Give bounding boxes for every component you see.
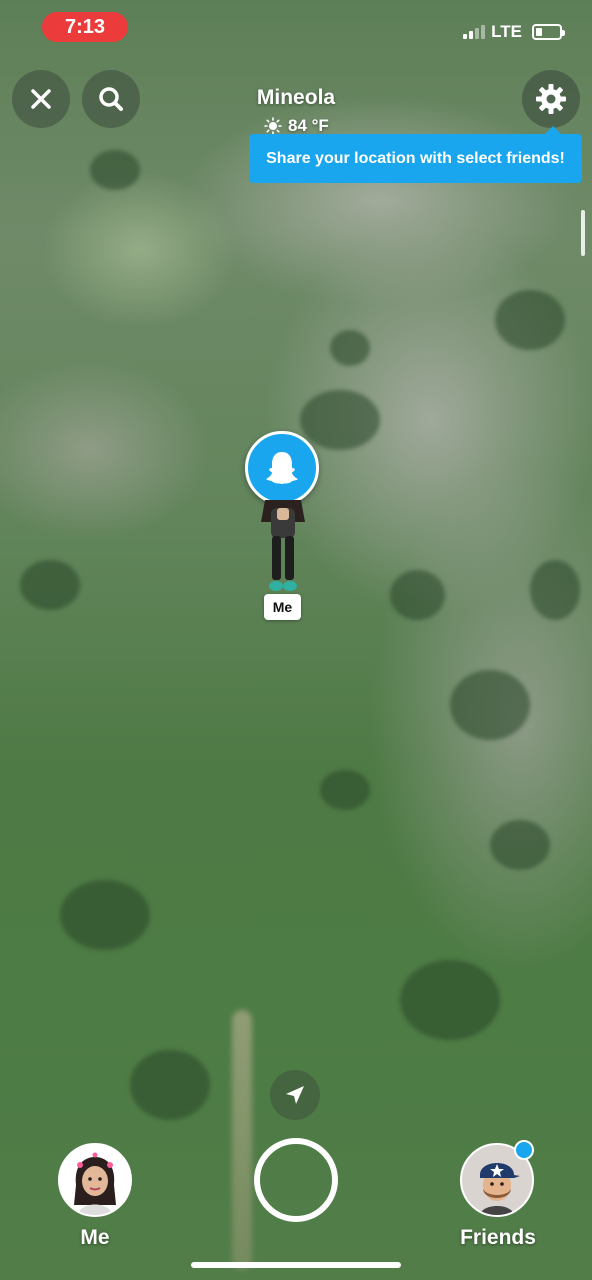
friends-tab-label[interactable]: Friends bbox=[448, 1226, 548, 1250]
map-tree-cluster bbox=[130, 1050, 210, 1120]
ghost-icon bbox=[266, 452, 298, 484]
status-indicators: LTE bbox=[463, 22, 565, 42]
map-tree-cluster bbox=[330, 330, 370, 366]
location-title[interactable]: Mineola bbox=[196, 86, 396, 110]
map-tree-cluster bbox=[390, 570, 445, 620]
signal-icon bbox=[463, 25, 486, 39]
status-time: 7:13 bbox=[42, 12, 128, 42]
camera-shutter-button[interactable] bbox=[254, 1138, 338, 1222]
bitmoji-figure[interactable] bbox=[255, 500, 311, 596]
close-button[interactable] bbox=[12, 70, 70, 128]
map-tree-cluster bbox=[320, 770, 370, 810]
map-tree-cluster bbox=[495, 290, 565, 350]
map-tree-cluster bbox=[530, 560, 580, 620]
map-tree-cluster bbox=[300, 390, 380, 450]
search-button[interactable] bbox=[82, 70, 140, 128]
locate-me-button[interactable] bbox=[270, 1070, 320, 1120]
scroll-indicator bbox=[581, 210, 585, 256]
sun-icon bbox=[264, 117, 282, 135]
map-tree-cluster bbox=[450, 670, 530, 740]
map-tree-cluster bbox=[20, 560, 80, 610]
gear-icon bbox=[536, 84, 566, 114]
navigation-arrow-icon bbox=[286, 1086, 304, 1104]
my-location-bubble[interactable] bbox=[245, 431, 319, 505]
bitmoji-avatar-icon bbox=[60, 1145, 130, 1215]
network-type: LTE bbox=[491, 22, 522, 41]
temperature: 84 °F bbox=[288, 116, 329, 135]
map-tree-cluster bbox=[60, 880, 150, 950]
search-icon bbox=[99, 87, 123, 111]
map-me-label[interactable]: Me bbox=[264, 594, 301, 620]
close-icon bbox=[31, 89, 51, 109]
friends-notification-dot bbox=[514, 1140, 534, 1160]
me-tab-label[interactable]: Me bbox=[58, 1226, 132, 1250]
weather-readout: 84 °F bbox=[264, 116, 329, 136]
map-tree-cluster bbox=[90, 150, 140, 190]
home-indicator[interactable] bbox=[191, 1262, 401, 1268]
map-tree-cluster bbox=[490, 820, 550, 870]
map-tree-cluster bbox=[400, 960, 500, 1040]
battery-icon bbox=[532, 24, 565, 40]
my-bitmoji-avatar[interactable] bbox=[58, 1143, 132, 1217]
share-location-tooltip[interactable]: Share your location with select friends! bbox=[249, 126, 582, 183]
settings-button[interactable] bbox=[522, 70, 580, 128]
map-dirt-path bbox=[232, 1010, 252, 1270]
